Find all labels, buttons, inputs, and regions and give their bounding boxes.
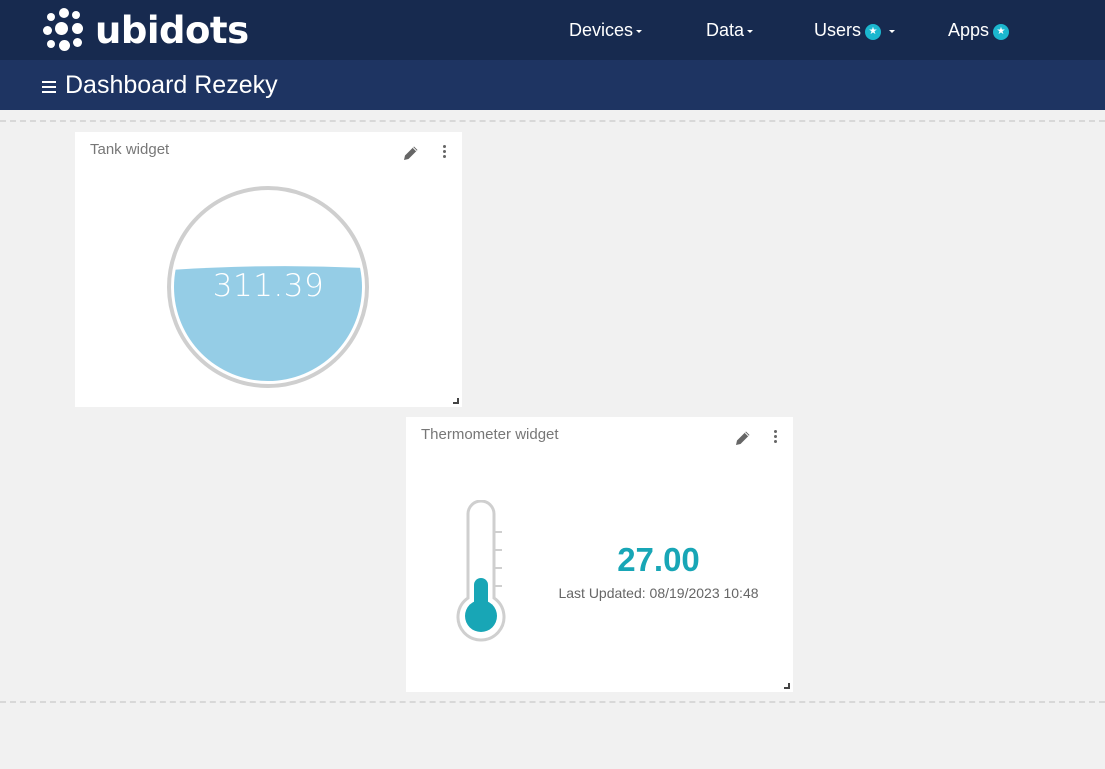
nav-data-label: Data — [706, 19, 745, 40]
dashboard-title: Dashboard Rezeky — [65, 71, 278, 99]
thermometer-value: 27.00 — [617, 541, 700, 578]
nav-apps[interactable]: Apps ★ — [948, 0, 1010, 60]
more-options-icon[interactable] — [771, 430, 779, 446]
edit-pencil-icon[interactable] — [734, 429, 752, 447]
nav-devices[interactable]: Devices — [569, 0, 643, 60]
chevron-down-icon — [889, 30, 896, 33]
last-updated-text: Last Updated: 08/19/2023 10:48 — [558, 585, 759, 601]
widget-title: Thermometer widget — [421, 426, 559, 443]
ubidots-logo[interactable]: ubidots — [42, 7, 249, 53]
star-badge-icon: ★ — [993, 23, 1010, 40]
grid-bottom-divider — [0, 701, 1105, 703]
nav-data[interactable]: Data — [706, 0, 754, 60]
widget-title: Tank widget — [90, 141, 170, 158]
resize-handle[interactable] — [784, 683, 790, 689]
top-navbar: ubidots Devices Data Users ★ Apps ★ — [0, 0, 1105, 60]
resize-handle[interactable] — [453, 398, 459, 404]
chevron-down-icon — [747, 30, 754, 33]
grid-top-divider — [0, 120, 1105, 122]
dashboard-header: Dashboard Rezeky — [0, 60, 1105, 110]
edit-pencil-icon[interactable] — [402, 144, 420, 162]
more-options-icon[interactable] — [440, 145, 448, 161]
nav-users[interactable]: Users ★ — [814, 0, 896, 60]
nav-users-label: Users — [814, 19, 862, 40]
tank-value: 311.39 — [212, 268, 325, 304]
hamburger-icon[interactable] — [42, 81, 56, 93]
brand-name: ubidots — [95, 8, 249, 52]
thermometer-widget[interactable]: Thermometer widget 27.00 Last Updated: 0… — [406, 417, 793, 692]
nav-devices-label: Devices — [569, 19, 634, 40]
thermometer-icon — [456, 500, 506, 642]
star-badge-icon: ★ — [865, 23, 882, 40]
tank-widget[interactable]: Tank widget 311.39 — [75, 132, 462, 407]
logo-dots-icon — [42, 7, 88, 53]
nav-apps-label: Apps — [948, 19, 990, 40]
chevron-down-icon — [636, 30, 643, 33]
